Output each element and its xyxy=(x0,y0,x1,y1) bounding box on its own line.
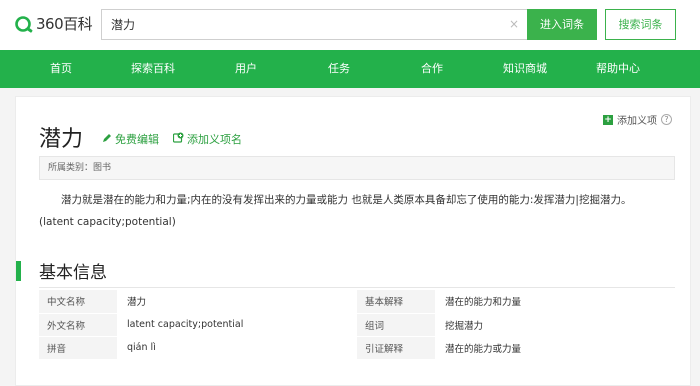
nav-item-explore[interactable]: 探索百科 xyxy=(131,50,175,88)
add-sense-link[interactable]: 添加义项名 xyxy=(172,131,242,147)
add-meaning-button[interactable]: + 添加义项 ? xyxy=(603,112,672,127)
section-divider xyxy=(39,287,675,288)
info-value: latent capacity;potential xyxy=(117,313,357,337)
entry-summary: 潜力就是潜在的能力和力量;内在的没有发挥出来的力量或能力 也就是人类原本具备却忘… xyxy=(39,189,679,233)
summary-line-1: 潜力就是潜在的能力和力量;内在的没有发挥出来的力量或能力 也就是人类原本具备却忘… xyxy=(61,194,632,206)
table-row: 拼音 qián lì 引证解释 潜在的能力或力量 xyxy=(39,336,675,360)
nav-item-mall[interactable]: 知识商城 xyxy=(503,50,547,88)
info-value: 潜在的能力或力量 xyxy=(435,336,675,360)
search-entry-button[interactable]: 搜索词条 xyxy=(605,9,676,40)
info-value: 潜力 xyxy=(117,290,357,314)
section-title: 基本信息 xyxy=(39,263,107,283)
nav-item-help[interactable]: 帮助中心 xyxy=(596,50,640,88)
search-input[interactable] xyxy=(102,10,502,39)
info-value: qián lì xyxy=(117,336,357,360)
main-nav: 首页 探索百科 用户 任务 合作 知识商城 帮助中心 xyxy=(0,50,700,88)
page-title: 潜力 xyxy=(39,127,84,152)
info-key: 中文名称 xyxy=(39,290,117,314)
category-bar: 所属类别：图书 xyxy=(39,156,675,180)
info-key: 组词 xyxy=(357,313,435,337)
add-sense-icon xyxy=(172,132,184,146)
basic-info-table: 中文名称 潜力 基本解释 潜在的能力和力量 外文名称 latent capaci… xyxy=(39,290,675,360)
help-icon[interactable]: ? xyxy=(661,114,672,125)
nav-item-users[interactable]: 用户 xyxy=(235,50,257,88)
search-box: × xyxy=(101,9,528,40)
table-row: 外文名称 latent capacity;potential 组词 挖掘潜力 xyxy=(39,313,675,337)
edit-link[interactable]: 免费编辑 xyxy=(102,131,159,147)
table-row: 中文名称 潜力 基本解释 潜在的能力和力量 xyxy=(39,290,675,314)
info-value: 挖掘潜力 xyxy=(435,313,675,337)
top-header: 360百科 × 进入词条 搜索词条 xyxy=(0,0,700,50)
entry-card: 潜力 免费编辑 添加义项名 + 添加义项 ? 所属类别：图书 潜力就是潜在的能力… xyxy=(15,96,691,386)
nav-item-tasks[interactable]: 任务 xyxy=(328,50,350,88)
clear-icon[interactable]: × xyxy=(509,16,519,32)
info-key: 拼音 xyxy=(39,336,117,360)
info-key: 外文名称 xyxy=(39,313,117,337)
nav-item-cooperation[interactable]: 合作 xyxy=(421,50,443,88)
add-meaning-label: 添加义项 xyxy=(617,116,657,127)
info-value: 潜在的能力和力量 xyxy=(435,290,675,314)
summary-line-2: (latent capacity;potential) xyxy=(39,216,176,228)
add-sense-label: 添加义项名 xyxy=(187,133,242,146)
logo-q-icon xyxy=(14,14,34,34)
logo-text: 360百科 xyxy=(36,15,93,33)
nav-item-home[interactable]: 首页 xyxy=(50,50,72,88)
plus-icon: + xyxy=(603,114,613,125)
pencil-icon xyxy=(102,133,112,146)
edit-label: 免费编辑 xyxy=(115,133,159,146)
site-logo[interactable]: 360百科 xyxy=(14,13,93,34)
info-key: 引证解释 xyxy=(357,336,435,360)
section-accent-bar xyxy=(16,261,21,281)
info-key: 基本解释 xyxy=(357,290,435,314)
enter-entry-button[interactable]: 进入词条 xyxy=(527,9,597,40)
